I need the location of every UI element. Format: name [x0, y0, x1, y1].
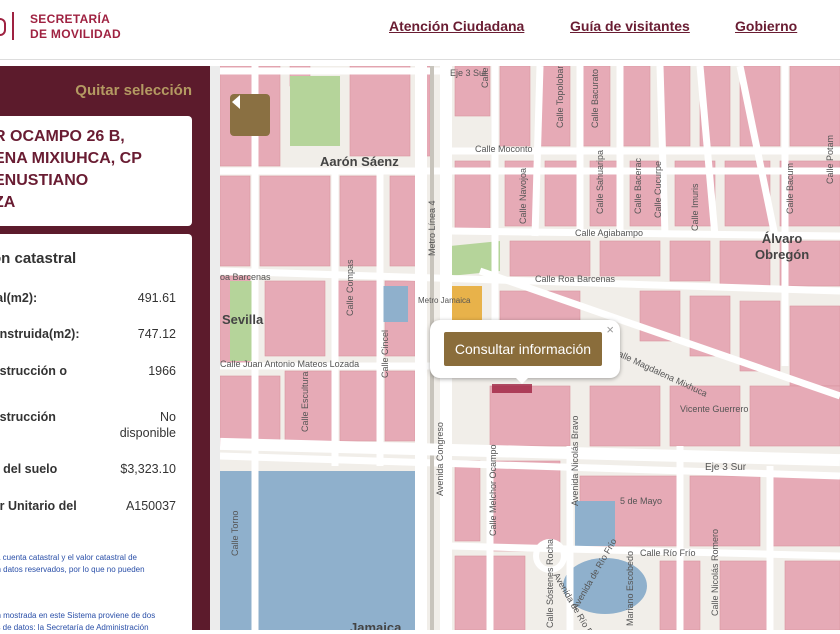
street-label-imuris: Calle Imuris: [690, 183, 700, 231]
row-value-construida: 747.12: [137, 327, 176, 341]
street-label-eje3-2: Eje 3 Sur: [705, 462, 747, 473]
street-label-navojoa: Calle Navojoa: [518, 167, 528, 224]
street-label-congreso: Avenida Congreso: [435, 422, 445, 496]
source-note: on mostrada en este Sistema proviene de …: [0, 611, 156, 632]
street-label-roa-barcenas-2: Calle Roa Barcenas: [535, 274, 616, 284]
brand-line-1: SECRETARÍA: [30, 12, 111, 26]
neighborhood-aaron-saenz: Aarón Sáenz: [320, 154, 399, 169]
street-label-moconto: Calle Moconto: [475, 144, 533, 154]
row-label-uso: nstrucción: [0, 410, 56, 424]
street-label-juan-antonio: Calle Juan Antonio Mateos Lozada: [220, 359, 360, 369]
street-label-bacum: Calle Bacum: [785, 162, 795, 214]
street-label-bacurato: Calle Bacurato: [590, 68, 600, 128]
brand-divider: [12, 12, 14, 40]
consultar-informacion-button[interactable]: Consultar información: [444, 332, 602, 366]
popup-pointer: [514, 376, 530, 384]
info-sidebar: Quitar selección R OCAMPO 26 B, ENA MIXI…: [0, 66, 210, 634]
street-label-torno: Calle Torno: [230, 510, 240, 556]
street-label-agiabampo: Calle Agiabampo: [575, 228, 644, 238]
metro-station-label: Metro Jamaica: [418, 296, 471, 305]
nav-atencion-ciudadana[interactable]: Atención Ciudadana: [389, 18, 524, 34]
clear-selection-button[interactable]: Quitar selección: [75, 82, 192, 99]
section-title: on catastral: [0, 250, 77, 267]
neighborhood-jamaica: Jamaica: [350, 620, 402, 630]
row-value-uso: No disponible: [119, 410, 176, 440]
street-label-5-mayo: 5 de Mayo: [620, 496, 663, 506]
street-label-melchor: Calle Melchor Ocampo: [488, 444, 498, 536]
street-label-roa-barcenas: oa Barcenas: [220, 272, 271, 282]
street-label-nicolas-bravo: Avenida Nicolás Bravo: [570, 415, 580, 506]
row-label-construida: onstruida(m2):: [0, 327, 80, 341]
avenida-congreso: [415, 66, 427, 630]
row-value-terreno: 491.61: [137, 291, 176, 305]
nav-guia-visitantes[interactable]: Guía de visitantes: [570, 18, 690, 34]
map-view[interactable]: Eje 3 Sur Calle Cajeme Calle Moconto Cal…: [210, 66, 840, 630]
street-label-escultura: Calle Escultura: [300, 371, 310, 432]
address-text: R OCAMPO 26 B, ENA MIXIUHCA, CP ENUSTIAN…: [0, 128, 142, 211]
row-label-valor-suelo: o del suelo: [3, 462, 58, 476]
logo-icon: [0, 18, 6, 36]
selected-parcel: [492, 384, 532, 393]
privacy-note: la cuenta catastral y el valor catastral…: [0, 553, 145, 574]
water-block: [220, 471, 415, 630]
collapse-panel-button[interactable]: [230, 94, 270, 136]
street-label-rio-frio: Calle Río Frío: [640, 548, 696, 558]
row-value-anio: 1966: [148, 364, 176, 378]
street-label-cucurpe: Calle Cucurpe: [653, 160, 663, 218]
park-area: [290, 76, 340, 146]
street-label-nicolas-romero: Calle Nicolás Romero: [710, 528, 720, 616]
neighborhood-alvaro-obregon: Álvaro Obregón: [755, 231, 810, 262]
brand-name[interactable]: SECRETARÍA DE MOVILIDAD: [30, 12, 121, 42]
parcel-popup: × Consultar información: [430, 320, 620, 378]
street-label-vicente: Vicente Guerrero: [680, 404, 749, 414]
chevron-left-icon: [232, 95, 240, 109]
row-label-valor-unitario: or Unitario del: [0, 499, 77, 513]
street-label-escobedo: Mariano Escobedo: [625, 550, 635, 626]
neighborhood-sevilla: Sevilla: [222, 312, 264, 327]
street-label-bacerac: Calle Bacerac: [633, 157, 643, 214]
site-header: SECRETARÍA DE MOVILIDAD Atención Ciudada…: [0, 0, 840, 60]
nav-gobierno[interactable]: Gobierno: [735, 18, 797, 34]
row-label-terreno: tal(m2):: [0, 291, 38, 305]
street-label-rocha: Calle Sóstenes Rocha: [545, 538, 555, 628]
close-icon[interactable]: ×: [606, 322, 614, 337]
street-label-sahuaripa: Calle Sahuaripa: [595, 149, 605, 214]
street-label-compas: Calle Compas: [345, 259, 355, 316]
row-value-valor-unitario: A150037: [125, 499, 176, 513]
address-card: R OCAMPO 26 B, ENA MIXIUHCA, CP ENUSTIAN…: [0, 116, 192, 226]
brand-line-2: DE MOVILIDAD: [30, 27, 121, 41]
catastral-info-card: on catastral tal(m2): 491.61 onstruida(m…: [0, 234, 192, 634]
street-label-potam: Calle Potam: [825, 134, 835, 184]
row-value-valor-suelo: $3,323.10: [120, 462, 176, 476]
row-label-anio: nstrucción o n: [0, 364, 68, 378]
street-label-metro-line: Metro Línea 4: [427, 200, 437, 256]
street-label-cincel: Calle Cincel: [380, 329, 390, 378]
street-label-cajeme: Calle Cajeme: [480, 66, 490, 88]
street-label-topolobampo: Calle Topolobampo: [555, 66, 565, 128]
